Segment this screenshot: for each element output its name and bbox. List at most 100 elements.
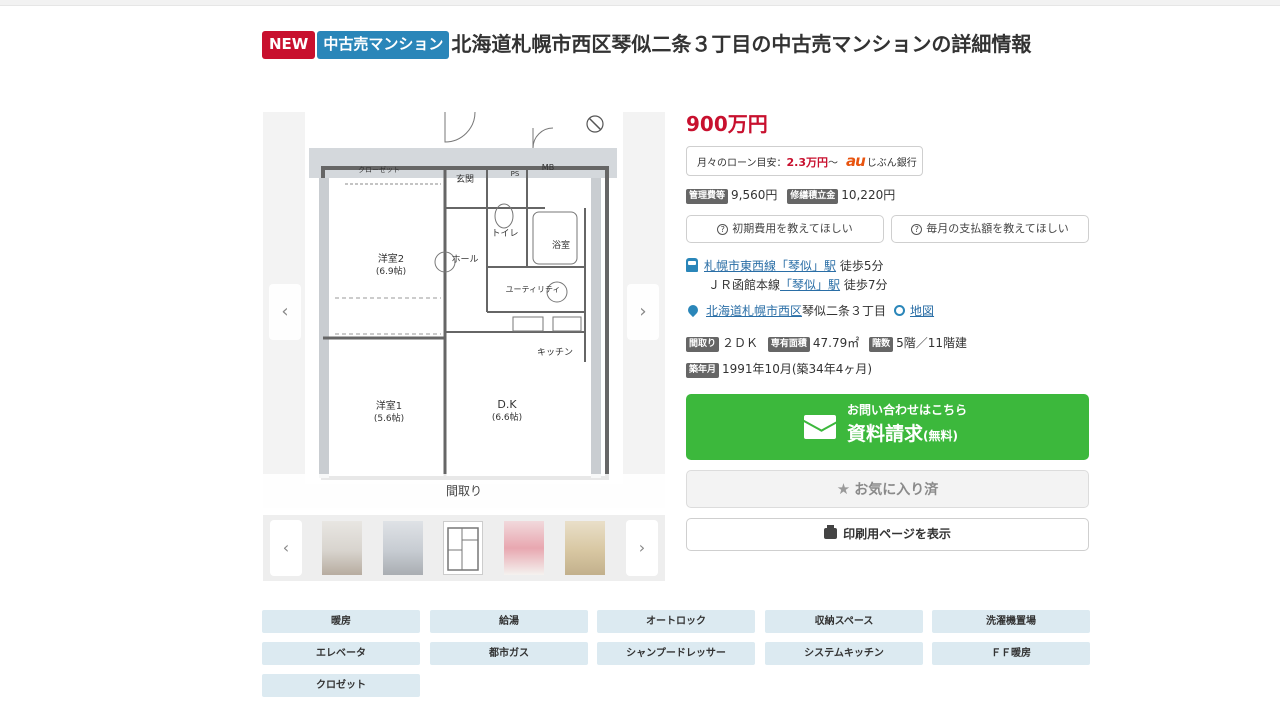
repair-fund-value: 10,220円 — [841, 188, 896, 202]
repair-fund-tag: 修繕積立金 — [787, 189, 839, 204]
line-name-2: ＪＲ函館本線 — [708, 278, 781, 292]
page-title: NEW 中古売マンション 北海道札幌市西区琴似二条３丁目の中古売マンションの詳細情報 — [262, 28, 1092, 60]
area-value: 47.79㎡ — [812, 336, 860, 350]
feature-tag: 給湯 — [430, 610, 588, 633]
walk-time-2: 徒歩7分 — [840, 278, 888, 292]
feature-tag: 収納スペース — [765, 610, 923, 633]
thumbnail-strip: ‹ › — [263, 515, 665, 581]
plan-label-room2-size: (6.9帖) — [376, 265, 406, 277]
address-link[interactable]: 北海道札幌市西区 — [706, 304, 802, 318]
price: 900万円 — [686, 112, 768, 136]
printer-icon — [824, 525, 838, 539]
feature-tag: 洗濯機置場 — [932, 610, 1090, 633]
feature-tag: 暖房 — [262, 610, 420, 633]
map-link[interactable]: 地図 — [910, 304, 934, 318]
line-link-1[interactable]: 札幌市東西線 — [704, 259, 776, 273]
feature-tag: クロゼット — [262, 674, 420, 697]
cta-sub-label: お問い合わせはこちら — [847, 403, 968, 417]
bank-name: じぶん銀行 — [866, 158, 917, 169]
title-text: 北海道札幌市西区琴似二条３丁目の中古売マンションの詳細情報 — [451, 32, 1032, 56]
chevron-right-icon: › — [639, 301, 647, 322]
plan-label-ps: PS — [511, 170, 520, 178]
request-documents-button[interactable]: お問い合わせはこちら 資料請求(無料) — [686, 394, 1089, 460]
thumbnail-floor-plan[interactable] — [443, 521, 483, 575]
next-image-button[interactable]: › — [627, 284, 659, 340]
access-line-1: 札幌市東西線「琴似」駅 徒歩5分 — [686, 257, 883, 276]
built-date-value: 1991年10月(築34年4ヶ月) — [722, 362, 873, 376]
new-badge: NEW — [262, 31, 316, 59]
feature-tag: オートロック — [597, 610, 755, 633]
chevron-left-icon: ‹ — [282, 538, 290, 557]
plan-label-utility: ユーティリティ — [505, 285, 560, 294]
thumbnail-kitchen[interactable] — [504, 521, 544, 575]
favorite-button[interactable]: ★ お気に入り済 — [686, 470, 1089, 508]
cta-free-text: (無料) — [923, 429, 958, 443]
thumbnail-interior-room-2[interactable] — [383, 521, 423, 575]
loan-amount: 2.3万円 — [786, 156, 829, 169]
thumbnail-next-button[interactable]: › — [626, 520, 658, 576]
walk-time-1: 徒歩5分 — [836, 259, 884, 273]
built-date-tag: 築年月 — [686, 363, 720, 378]
feature-tag: ＦＦ暖房 — [932, 642, 1090, 665]
station-link-1[interactable]: 「琴似」駅 — [776, 259, 836, 273]
print-page-button[interactable]: 印刷用ページを表示 — [686, 518, 1089, 551]
au-bank-logo: au — [846, 152, 866, 170]
plan-label-room1-size: (5.6帖) — [374, 412, 404, 424]
built-row: 築年月 1991年10月(築34年4ヶ月) — [686, 360, 878, 378]
page-header: NEW 中古売マンション 北海道札幌市西区琴似二条３丁目の中古売マンションの詳細情報 — [262, 28, 1092, 60]
image-caption: 間取り — [263, 474, 665, 508]
cta-main-text: 資料請求 — [847, 423, 924, 445]
feature-tag: システムキッチン — [765, 642, 923, 665]
print-label: 印刷用ページを表示 — [843, 527, 951, 541]
main-image-viewer[interactable]: 洋室2 (6.9帖) 洋室1 (5.6帖) D.K (6.6帖) 玄関 クローゼ… — [263, 112, 665, 508]
ask-monthly-payment-label: 毎月の支払額を教えてほしい — [926, 222, 1069, 235]
cta-main-label: 資料請求(無料) — [847, 421, 958, 449]
thumbnail-floor-plan-sketch — [447, 527, 479, 571]
map-pin-icon — [685, 302, 701, 318]
address-row: 北海道札幌市西区琴似二条３丁目 地図 — [685, 302, 934, 321]
chevron-left-icon: ‹ — [281, 301, 289, 322]
plan-label-dk: D.K — [497, 398, 517, 411]
plan-label-hall: ホール — [451, 254, 478, 265]
ask-initial-cost-button[interactable]: ? 初期費用を教えてほしい — [686, 215, 884, 243]
loan-estimate-box[interactable]: 月々のローン目安：2.3万円〜 au じぶん銀行 — [686, 146, 923, 176]
access-line-2: ＪＲ函館本線「琴似」駅 徒歩7分 — [708, 276, 887, 295]
plan-label-closet: クローゼット — [358, 165, 400, 174]
plan-label-room2: 洋室2 — [378, 252, 404, 265]
plan-label-toilet: トイレ — [491, 229, 518, 239]
question-icon: ? — [717, 224, 729, 235]
plan-label-mb: MB — [542, 163, 554, 172]
loan-label: 月々のローン目安： — [697, 158, 787, 169]
management-fee-tag: 管理費等 — [686, 189, 729, 204]
plan-label-kitchen: キッチン — [537, 347, 573, 358]
thumbnail-interior-room[interactable] — [322, 521, 362, 575]
star-icon: ★ — [836, 480, 851, 498]
layout-value: ２ＤＫ — [722, 336, 759, 350]
floor-value: 5階／11階建 — [896, 336, 967, 350]
plan-label-room1: 洋室1 — [376, 399, 402, 412]
area-tag: 専有面積 — [767, 337, 810, 352]
floor-plan-image: 洋室2 (6.9帖) 洋室1 (5.6帖) D.K (6.6帖) 玄関 クローゼ… — [305, 112, 623, 484]
question-icon: ? — [911, 224, 923, 235]
feature-tag: シャンプードレッサー — [597, 642, 755, 665]
address-rest: 琴似二条３丁目 — [802, 304, 887, 318]
plan-label-entrance: 玄関 — [456, 173, 474, 185]
mail-icon — [804, 415, 836, 439]
thumbnail-washroom[interactable] — [565, 521, 605, 575]
fees-row: 管理費等 9,560円 修繕積立金 10,220円 — [686, 186, 901, 204]
top-bar — [0, 0, 1280, 6]
station-link-2[interactable]: 「琴似」駅 — [780, 278, 840, 292]
ask-monthly-payment-button[interactable]: ? 毎月の支払額を教えてほしい — [891, 215, 1089, 243]
thumbnail-prev-button[interactable]: ‹ — [270, 520, 302, 576]
specs-row: 間取り ２ＤＫ 専有面積 47.79㎡ 階数 5階／11階建 — [686, 334, 973, 352]
map-target-icon — [894, 305, 906, 316]
floor-tag: 階数 — [869, 337, 894, 352]
management-fee-value: 9,560円 — [731, 188, 778, 202]
favorite-label: お気に入り済 — [854, 482, 939, 498]
property-type-badge: 中古売マンション — [317, 31, 450, 59]
prev-image-button[interactable]: ‹ — [269, 284, 301, 340]
chevron-right-icon: › — [638, 538, 646, 557]
plan-label-bath: 浴室 — [552, 239, 570, 251]
feature-tag: 都市ガス — [430, 642, 588, 665]
feature-tag: エレベータ — [262, 642, 420, 665]
